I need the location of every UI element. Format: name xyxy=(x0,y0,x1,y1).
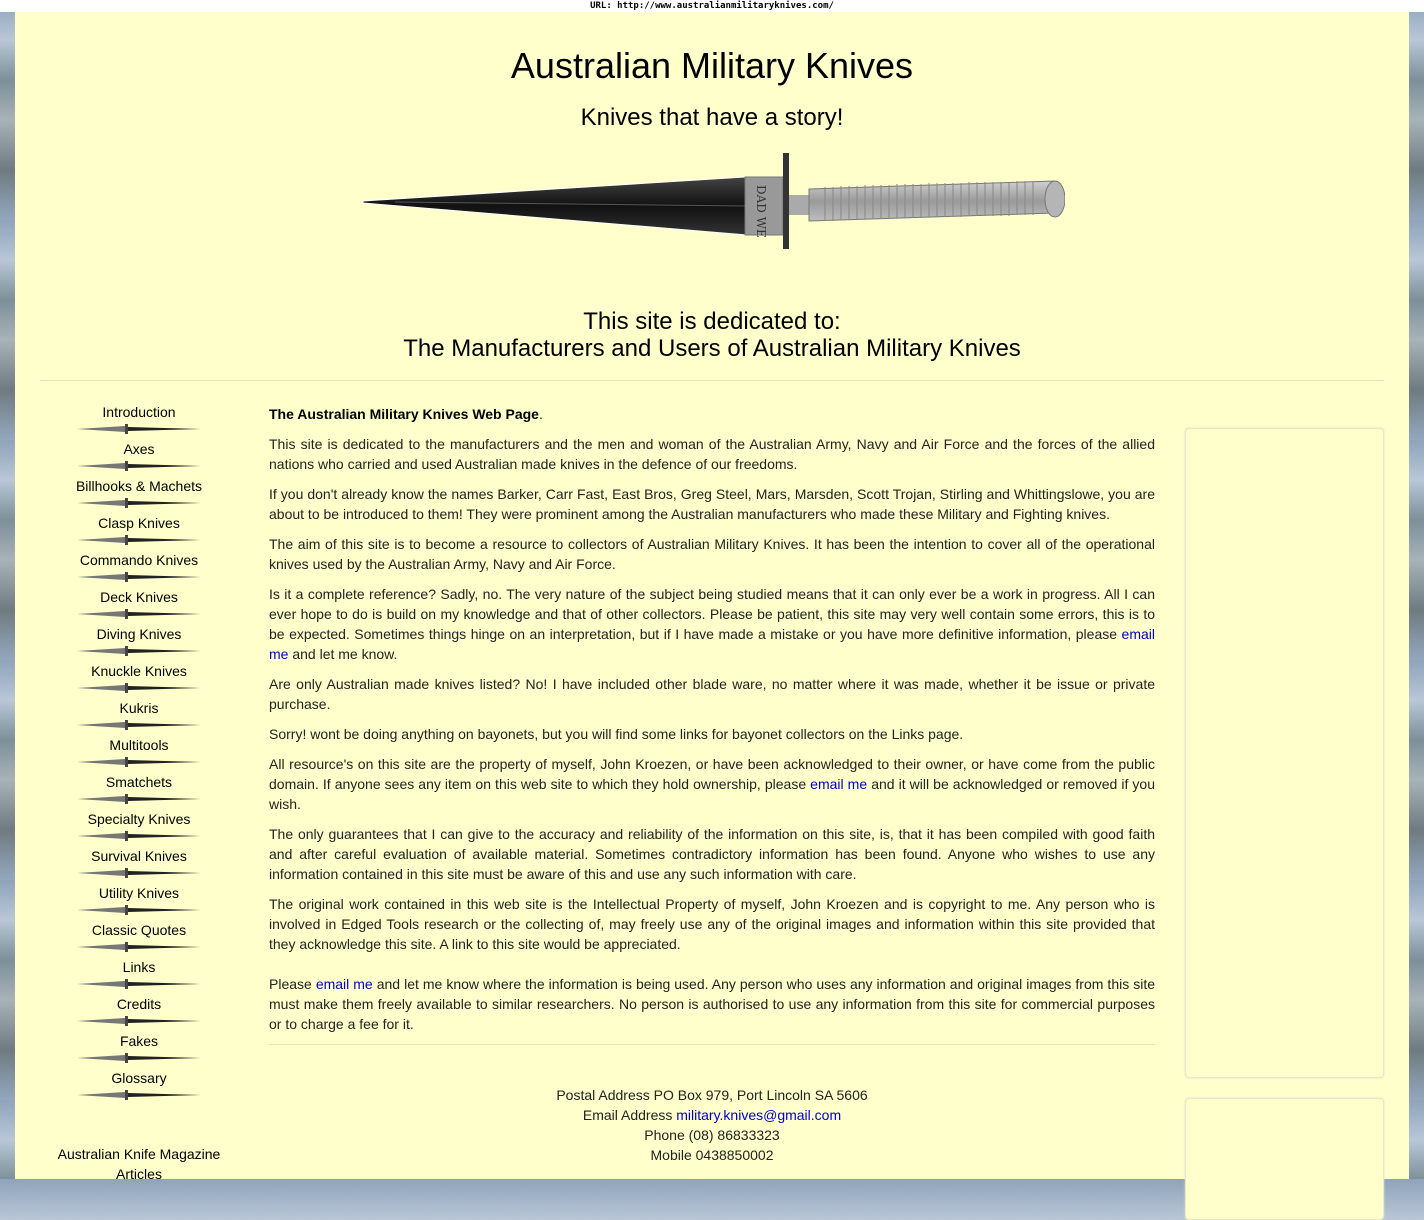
paragraph-8: The only guarantees that I can give to t… xyxy=(269,826,1155,882)
knife-divider-icon xyxy=(39,1012,239,1033)
knife-divider-icon xyxy=(39,642,239,663)
sidebar-item-links[interactable]: Links xyxy=(39,959,239,975)
sidebar-item-knuckle-knives[interactable]: Knuckle Knives xyxy=(39,663,239,679)
paragraph-4: Is it a complete reference? Sadly, no. T… xyxy=(269,586,1155,662)
sidebar-item-axes[interactable]: Axes xyxy=(39,441,239,457)
intro-heading: The Australian Military Knives Web Page xyxy=(269,406,539,422)
site-subtitle: Knives that have a story! xyxy=(580,104,844,131)
knife-divider-icon xyxy=(39,679,239,700)
fairbairn-knife-image: DAD WE xyxy=(355,147,1066,272)
paragraph-7: All resource's on this site are the prop… xyxy=(269,756,1156,812)
ad-panel xyxy=(1185,428,1384,1078)
sidebar-item-classic-quotes[interactable]: Classic Quotes xyxy=(39,922,239,938)
knife-divider-icon xyxy=(39,1086,239,1107)
sidebar-item-billhooks[interactable]: Billhooks & Machets xyxy=(39,478,239,494)
sidebar-item-introduction[interactable]: Introduction xyxy=(39,404,239,420)
dedication-heading: This site is dedicated to: xyxy=(583,308,841,335)
knife-divider-icon xyxy=(39,494,239,515)
email-address-line: Email Address military.knives@gmail.com xyxy=(582,1107,842,1123)
sidebar-item-smatchets[interactable]: Smatchets xyxy=(39,774,239,790)
paragraph-10: Please email me and let me know where th… xyxy=(269,976,1156,1032)
sidebar-item-specialty-knives[interactable]: Specialty Knives xyxy=(39,811,239,827)
phone-number: Phone (08) 86833323 xyxy=(644,1127,780,1143)
content-divider xyxy=(269,1044,1155,1045)
paragraph-6: Sorry! wont be doing anything on bayonet… xyxy=(269,726,964,742)
sidebar-item-survival-knives[interactable]: Survival Knives xyxy=(39,848,239,864)
knife-divider-icon xyxy=(39,938,239,959)
sidebar-item-kukris[interactable]: Kukris xyxy=(39,700,239,716)
knife-divider-icon xyxy=(39,790,239,811)
contact-block: Postal Address PO Box 979, Port Lincoln … xyxy=(269,1085,1155,1165)
mobile-number: Mobile 0438850002 xyxy=(650,1147,774,1163)
sidebar-item-multitools[interactable]: Multitools xyxy=(39,737,239,753)
url-banner: URL: http://www.australianmilitaryknives… xyxy=(0,0,1424,12)
knife-divider-icon xyxy=(39,457,239,478)
knife-divider-icon xyxy=(39,864,239,885)
sidebar-item-clasp-knives[interactable]: Clasp Knives xyxy=(39,515,239,531)
knife-divider-icon xyxy=(39,420,239,441)
knife-divider-icon xyxy=(39,716,239,737)
sidebar-item-diving-knives[interactable]: Diving Knives xyxy=(39,626,239,642)
paragraph-5: Are only Australian made knives listed? … xyxy=(269,676,1155,712)
contact-email-link[interactable]: military.knives@gmail.com xyxy=(676,1107,841,1123)
sidebar-item-credits[interactable]: Credits xyxy=(39,996,239,1012)
ad-panel-secondary xyxy=(1185,1098,1384,1220)
knife-divider-icon xyxy=(39,1049,239,1070)
sidebar-item-commando-knives[interactable]: Commando Knives xyxy=(39,552,239,568)
sidebar-item-deck-knives[interactable]: Deck Knives xyxy=(39,589,239,605)
email-me-link[interactable]: email me xyxy=(810,776,867,792)
knife-divider-icon xyxy=(39,531,239,552)
sidebar-item-fakes[interactable]: Fakes xyxy=(39,1033,239,1049)
sidebar-item-knife-magazine[interactable]: Australian Knife Magazine Articles xyxy=(39,1144,239,1184)
postal-address: Postal Address PO Box 979, Port Lincoln … xyxy=(556,1087,868,1103)
email-me-link[interactable]: email me xyxy=(316,976,373,992)
sidebar-item-glossary[interactable]: Glossary xyxy=(39,1070,239,1086)
paragraph-3: The aim of this site is to become a reso… xyxy=(269,536,1155,572)
header-divider xyxy=(40,380,1384,381)
knife-divider-icon xyxy=(39,568,239,589)
knife-divider-icon xyxy=(39,605,239,626)
knife-divider-icon xyxy=(39,901,239,922)
paragraph-1: This site is dedicated to the manufactur… xyxy=(269,436,1155,472)
knife-divider-icon xyxy=(39,827,239,848)
sidebar-item-utility-knives[interactable]: Utility Knives xyxy=(39,885,239,901)
main-content: The Australian Military Knives Web Page.… xyxy=(269,404,1155,1165)
site-title: Australian Military Knives xyxy=(510,45,914,86)
page-container: Australian Military Knives Knives that h… xyxy=(15,12,1409,1220)
knife-divider-icon xyxy=(39,753,239,774)
sidebar-nav: Introduction Axes Billhooks & Machets Cl… xyxy=(39,404,239,1184)
intro-paragraph: The Australian Military Knives Web Page. xyxy=(269,406,543,422)
knife-divider-icon xyxy=(39,975,239,996)
paragraph-2: If you don't already know the names Bark… xyxy=(269,486,1155,522)
knife-etching: DAD WE xyxy=(754,185,768,238)
dedication-subheading: The Manufacturers and Users of Australia… xyxy=(403,335,1021,362)
paragraph-9: The original work contained in this web … xyxy=(269,896,1155,952)
